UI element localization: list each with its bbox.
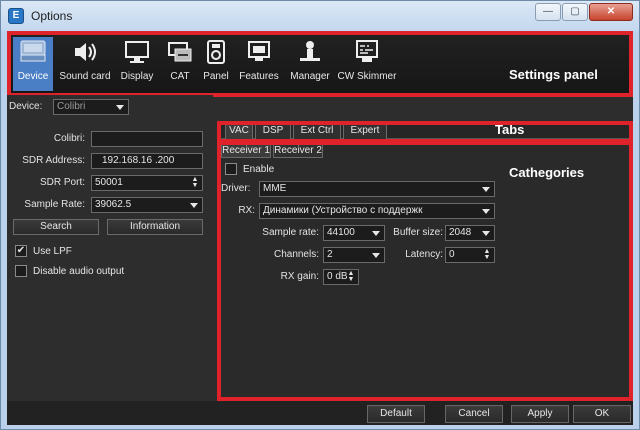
- chevron-down-icon: [190, 203, 198, 208]
- options-window: E Options — ▢ ✕ Device Sound card Displa…: [0, 0, 640, 430]
- sdr-address-label: SDR Address:: [22, 155, 85, 166]
- information-button[interactable]: Information: [107, 219, 203, 235]
- app-icon: E: [8, 8, 24, 24]
- colibri-label: Colibri:: [53, 133, 85, 144]
- use-lpf-label: Use LPF: [33, 246, 72, 257]
- chevron-down-icon: [116, 105, 124, 110]
- sdr-port-value: 50001: [95, 177, 123, 188]
- use-lpf-checkbox[interactable]: ✔: [15, 245, 27, 257]
- tabs-highlight: [217, 121, 633, 143]
- close-button[interactable]: ✕: [589, 3, 633, 21]
- sdr-port-label: SDR Port:: [39, 177, 85, 188]
- maximize-button[interactable]: ▢: [562, 3, 588, 21]
- colibri-field[interactable]: [91, 131, 203, 147]
- minimize-icon: —: [543, 6, 553, 17]
- sdr-address-field[interactable]: 192.168.16 .200: [91, 153, 203, 169]
- categories-highlight: [217, 141, 633, 401]
- cancel-button[interactable]: Cancel: [445, 405, 503, 423]
- sample-rate-label: Sample Rate:: [24, 199, 85, 210]
- dialog-footer: Default Cancel Apply OK: [7, 401, 633, 425]
- checkmark-icon: ✔: [16, 245, 26, 256]
- window-title: Options: [31, 9, 73, 23]
- default-button[interactable]: Default: [367, 405, 425, 423]
- sample-rate-value: 39062.5: [95, 199, 132, 210]
- close-icon: ✕: [606, 6, 616, 17]
- disable-audio-label: Disable audio output: [33, 266, 125, 277]
- spinner-arrows-icon[interactable]: ▲ ▼: [191, 176, 199, 189]
- sdr-port-stepper[interactable]: 50001 ▲ ▼: [91, 175, 203, 191]
- disable-audio-checkbox[interactable]: [15, 265, 27, 277]
- title-bar[interactable]: E Options — ▢ ✕: [1, 1, 639, 31]
- ok-button[interactable]: OK: [573, 405, 631, 423]
- apply-button[interactable]: Apply: [511, 405, 569, 423]
- device-select[interactable]: Colibri: [53, 99, 129, 115]
- client-area: Device Sound card Display CAT Panel Feat…: [7, 31, 633, 425]
- search-button[interactable]: Search: [13, 219, 99, 235]
- device-settings-panel: Device: Colibri Colibri: SDR Address: 19…: [7, 95, 213, 401]
- sample-rate-select[interactable]: 39062.5: [91, 197, 203, 213]
- maximize-icon: ▢: [570, 6, 580, 17]
- minimize-button[interactable]: —: [535, 3, 561, 21]
- device-select-value: Colibri: [57, 101, 86, 112]
- device-label: Device:: [9, 101, 43, 112]
- settings-panel-highlight: [7, 31, 633, 97]
